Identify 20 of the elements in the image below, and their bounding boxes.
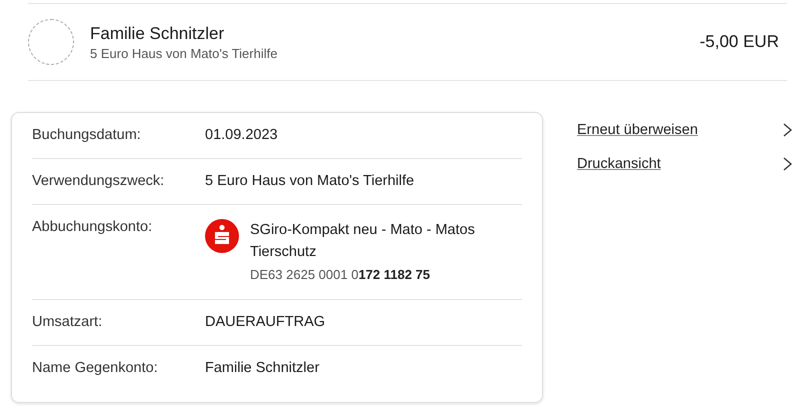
action-link[interactable]: Erneut überweisen (577, 122, 698, 138)
chevron-right-icon[interactable] (783, 123, 792, 137)
detail-label: Umsatzart: (32, 314, 104, 330)
detail-label: Verwendungszweck: (32, 173, 166, 189)
chevron-right-icon[interactable] (783, 157, 792, 171)
payee-name: Familie Schnitzler (90, 24, 226, 44)
detail-value: DAUERAUFTRAG (205, 314, 326, 330)
account-name: SGiro-Kompakt neu - Mato - Matos Tierschutz (250, 221, 476, 262)
detail-label: Abbuchungskonto: (32, 219, 154, 237)
avatar-placeholder (28, 19, 74, 65)
detail-label: Name Gegenkonto: (32, 360, 159, 376)
action-link[interactable]: Druckansicht (577, 156, 661, 172)
payment-purpose: 5 Euro Haus von Mato's Tierhilfe (90, 46, 278, 60)
detail-value: 01.09.2023 (205, 127, 278, 143)
iban: DE63 2625 0001 0172 1182 75 (250, 266, 432, 284)
detail-value: 5 Euro Haus von Mato's Tierhilfe (205, 173, 414, 189)
bank-logo-icon (205, 219, 239, 253)
detail-label: Buchungsdatum: (32, 127, 142, 143)
detail-value: Familie Schnitzler (205, 360, 320, 376)
amount: -5,00 EUR (700, 32, 780, 52)
